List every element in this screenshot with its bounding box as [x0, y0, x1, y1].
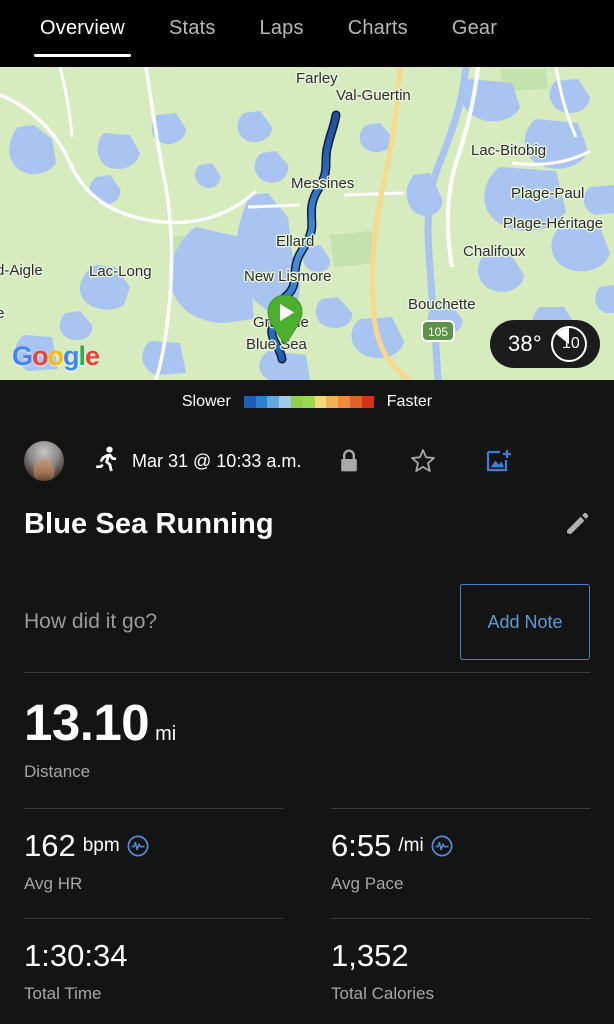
google-logo-letter: g	[63, 341, 79, 371]
tab-charts[interactable]: Charts	[326, 0, 430, 67]
tab-label: Overview	[40, 17, 125, 39]
legend-gradient-bar	[243, 396, 374, 408]
pencil-icon[interactable]	[564, 512, 590, 538]
activity-meta-row: Mar 31 @ 10:33 a.m.	[0, 432, 614, 490]
stat-avg-hr: 162 bpm Avg HR	[24, 808, 307, 918]
google-logo-letter: G	[12, 341, 33, 371]
pace-legend: Slower Faster	[0, 380, 614, 424]
meta-action-icons	[338, 448, 590, 474]
legend-faster-label: Faster	[386, 393, 433, 410]
add-photo-icon[interactable]	[486, 448, 512, 474]
tab-overview[interactable]: Overview	[18, 0, 147, 67]
title-row: Blue Sea Running	[0, 508, 614, 541]
stat-unit: bpm	[82, 834, 120, 856]
star-icon[interactable]	[410, 448, 436, 474]
start-pin-icon[interactable]	[265, 293, 305, 345]
activity-overview-screen: Overview Stats Laps Charts Gear 105 Farl…	[0, 0, 614, 1024]
stat-grid-row-1: 162 bpm Avg HR 6:55 /mi Avg Pace	[24, 808, 590, 918]
note-input[interactable]: How did it go?	[24, 610, 157, 634]
tab-gear[interactable]: Gear	[430, 0, 519, 67]
stat-label: Total Calories	[331, 984, 434, 1003]
divider	[331, 918, 590, 919]
pulse-chart-icon[interactable]	[431, 835, 453, 857]
activity-date: Mar 31 @ 10:33 a.m.	[132, 450, 302, 471]
google-logo: Google	[12, 341, 100, 371]
stat-label: Avg HR	[24, 874, 83, 893]
temperature-value: 38°	[508, 331, 542, 356]
stat-distance: 13.10 mi Distance	[24, 673, 590, 808]
page-title: Blue Sea Running	[24, 508, 274, 540]
divider	[24, 918, 283, 919]
pulse-chart-icon[interactable]	[127, 835, 149, 857]
stats-section: 13.10 mi Distance 162 bpm Avg HR 6:55 /m…	[0, 672, 614, 1024]
stat-value: 1,352	[331, 938, 409, 973]
tab-active-underline	[34, 54, 131, 57]
avatar[interactable]	[24, 441, 64, 481]
divider	[24, 808, 283, 809]
stat-avg-pace: 6:55 /mi Avg Pace	[307, 808, 590, 918]
tab-label: Charts	[347, 17, 408, 39]
running-icon	[94, 446, 118, 477]
stat-total-calories: 1,352 Total Calories	[307, 918, 590, 1024]
google-logo-letter: o	[47, 341, 64, 371]
stat-value: 162	[24, 828, 76, 863]
stat-value: 6:55	[331, 828, 392, 863]
stat-label: Distance	[24, 762, 91, 781]
tab-laps[interactable]: Laps	[238, 0, 326, 67]
stat-value: 1:30:34	[24, 938, 128, 973]
weather-badge[interactable]: 38° 10	[490, 320, 600, 368]
stat-total-time: 1:30:34 Total Time	[24, 918, 307, 1024]
stat-unit: mi	[155, 723, 177, 745]
activity-map[interactable]: 105 Farley Val-Guertin Lac-Bitobig Messi…	[0, 67, 614, 380]
add-note-button[interactable]: Add Note	[460, 584, 590, 660]
wind-value: 10	[561, 335, 580, 352]
highway-shield-label: 105	[428, 325, 448, 339]
tab-stats[interactable]: Stats	[147, 0, 238, 67]
stat-label: Total Time	[24, 984, 102, 1003]
wind-dial-icon: 10	[550, 325, 588, 363]
tab-bar: Overview Stats Laps Charts Gear	[0, 0, 614, 67]
stat-grid-row-2: 1:30:34 Total Time 1,352 Total Calories	[24, 918, 590, 1024]
tab-label: Gear	[451, 17, 498, 39]
google-logo-letter: o	[32, 341, 48, 371]
google-logo-letter: e	[85, 341, 100, 371]
divider	[331, 808, 590, 809]
note-row: How did it go? Add Note	[0, 584, 614, 660]
legend-slower-label: Slower	[181, 393, 231, 410]
stat-value: 13.10	[24, 694, 150, 751]
stat-label: Avg Pace	[331, 874, 404, 893]
tab-label: Laps	[259, 17, 304, 39]
tab-label: Stats	[168, 17, 216, 39]
lock-icon[interactable]	[338, 448, 360, 474]
stat-unit: /mi	[398, 834, 424, 856]
